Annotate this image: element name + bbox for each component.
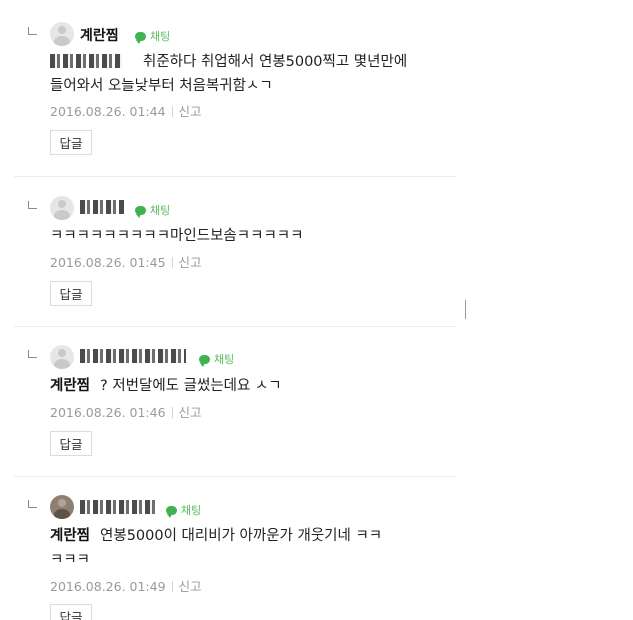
blurred-author-name bbox=[80, 200, 124, 214]
blurred-mention bbox=[50, 54, 122, 68]
chat-label: 채팅 bbox=[214, 353, 235, 366]
comment-text-line: 들어와서 오늘낮부터 처음복귀함ㅅㄱ bbox=[50, 78, 273, 94]
comment-meta: 2016.08.26. 01:46 신고 bbox=[50, 402, 202, 421]
chat-link[interactable]: 채팅 bbox=[135, 28, 170, 44]
chat-bubble-icon bbox=[135, 31, 146, 44]
report-link[interactable]: 신고 bbox=[179, 255, 202, 270]
comment-text-line: ? 저번달에도 글썼는데요 ㅅㄱ bbox=[100, 378, 282, 394]
divider bbox=[14, 476, 456, 477]
chat-link[interactable]: 채팅 bbox=[199, 351, 234, 367]
comment-text: 취준하다 취업해서 연봉5000찍고 몇년만에 bbox=[143, 50, 407, 74]
comment-text: 계란찜 ? 저번달에도 글썼는데요 ㅅㄱ bbox=[50, 374, 282, 398]
avatar[interactable] bbox=[50, 345, 74, 369]
text-cursor bbox=[465, 300, 466, 319]
reply-indent-icon bbox=[28, 27, 37, 35]
comment-text-line: 연봉5000이 대리비가 아까운가 개웃기네 ㅋㅋ bbox=[100, 528, 383, 544]
reply-indent-icon bbox=[28, 201, 37, 209]
comment-meta: 2016.08.26. 01:45 신고 bbox=[50, 252, 202, 271]
report-link[interactable]: 신고 bbox=[179, 405, 202, 420]
chat-bubble-icon bbox=[166, 505, 177, 518]
divider bbox=[14, 326, 456, 327]
chat-link[interactable]: 채팅 bbox=[166, 502, 201, 518]
reply-button[interactable]: 답글 bbox=[50, 604, 92, 620]
reply-button[interactable]: 답글 bbox=[50, 130, 92, 155]
meta-divider bbox=[171, 407, 173, 418]
meta-divider bbox=[171, 106, 173, 117]
reply-indent-icon bbox=[28, 350, 37, 358]
reply-indent-icon bbox=[28, 500, 37, 508]
comment-text: ㅋㅋㅋ bbox=[50, 548, 90, 572]
meta-divider bbox=[171, 581, 173, 592]
report-link[interactable]: 신고 bbox=[179, 104, 202, 119]
report-link[interactable]: 신고 bbox=[179, 579, 202, 594]
chat-label: 채팅 bbox=[150, 204, 171, 217]
comment-meta: 2016.08.26. 01:44 신고 bbox=[50, 101, 202, 120]
comment-date: 2016.08.26. 01:46 bbox=[50, 405, 166, 420]
avatar[interactable] bbox=[50, 495, 74, 519]
chat-label: 채팅 bbox=[181, 504, 202, 517]
comment-date: 2016.08.26. 01:45 bbox=[50, 255, 166, 270]
comment-date: 2016.08.26. 01:44 bbox=[50, 104, 166, 119]
comment-text: 들어와서 오늘낮부터 처음복귀함ㅅㄱ bbox=[50, 74, 273, 98]
mentioned-user[interactable]: 계란찜 bbox=[50, 528, 90, 544]
chat-bubble-icon bbox=[199, 354, 210, 367]
reply-button[interactable]: 답글 bbox=[50, 431, 92, 456]
avatar[interactable] bbox=[50, 22, 74, 46]
blurred-author-name bbox=[80, 500, 158, 514]
chat-label: 채팅 bbox=[150, 30, 171, 43]
blurred-author-name bbox=[80, 349, 186, 363]
comment-text-line: ㅋㅋㅋ bbox=[50, 552, 91, 568]
mentioned-user[interactable]: 계란찜 bbox=[50, 378, 90, 394]
comment-text-line: ㅋㅋㅋㅋㅋㅋㅋㅋㅋ마인드보솜ㅋㅋㅋㅋㅋ bbox=[50, 228, 304, 244]
comment-meta: 2016.08.26. 01:49 신고 bbox=[50, 576, 202, 595]
avatar[interactable] bbox=[50, 196, 74, 220]
divider bbox=[14, 176, 456, 177]
comment-text: 계란찜 연봉5000이 대리비가 아까운가 개웃기네 ㅋㅋ bbox=[50, 524, 382, 548]
author-name[interactable]: 계란찜 bbox=[80, 25, 119, 45]
chat-link[interactable]: 채팅 bbox=[135, 202, 170, 218]
comment-text-line: 취준하다 취업해서 연봉5000찍고 몇년만에 bbox=[143, 54, 408, 70]
chat-bubble-icon bbox=[135, 205, 146, 218]
comment-text: ㅋㅋㅋㅋㅋㅋㅋㅋㅋ마인드보솜ㅋㅋㅋㅋㅋ bbox=[50, 224, 303, 248]
reply-button[interactable]: 답글 bbox=[50, 281, 92, 306]
meta-divider bbox=[171, 257, 173, 268]
comment-date: 2016.08.26. 01:49 bbox=[50, 579, 166, 594]
